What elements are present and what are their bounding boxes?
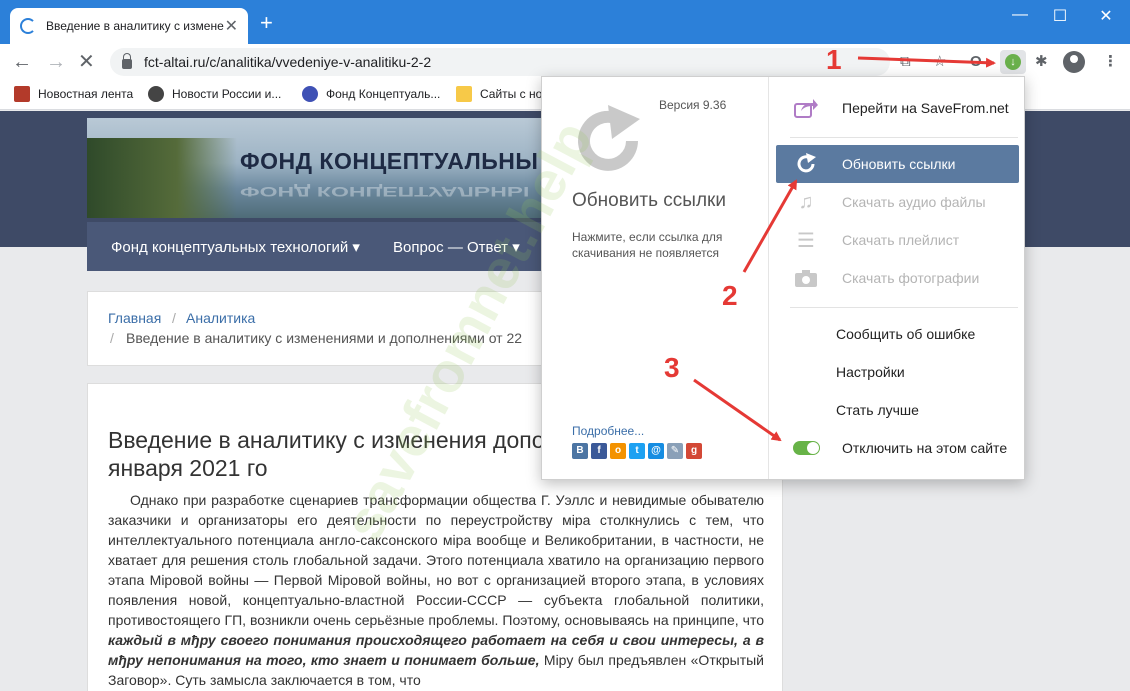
popup-menu: Перейти на SaveFrom.net Обновить ссылки … (770, 77, 1025, 479)
music-note-icon: ♫ (798, 190, 814, 213)
opera-extension-icon[interactable]: O (970, 52, 982, 72)
more-info-link[interactable]: Подробнее... (572, 424, 644, 438)
stop-loading-icon[interactable]: ✕ (78, 50, 95, 74)
playlist-icon: ☰ (797, 229, 815, 252)
share-arrow-icon (792, 98, 820, 118)
google-plus-icon[interactable]: g (686, 443, 702, 459)
browser-titlebar: Введение в аналитику с измене ✕ + — ☐ ✕ (0, 0, 1130, 44)
savefrom-extension-button[interactable]: ↓ (1000, 50, 1026, 74)
menu-item-download-photos[interactable]: Скачать фотографии (776, 259, 1019, 297)
bookmark-item[interactable]: Новостная лента (14, 86, 133, 102)
nav-item-foundation[interactable]: Фонд концептуальных технологий ▾ (111, 238, 360, 256)
url-text: fct-altai.ru/c/analitika/vvedeniye-v-ana… (144, 54, 432, 70)
menu-divider (790, 307, 1018, 308)
article-paragraph: Однако при разработке сценариев трансфор… (108, 492, 764, 688)
menu-item-disable-on-site[interactable]: Отключить на этом сайте (776, 429, 1019, 467)
camera-icon (792, 269, 820, 287)
mail-ru-icon[interactable]: @ (648, 443, 664, 459)
bookmark-star-icon[interactable]: ☆ (933, 52, 946, 72)
bookmark-item[interactable]: Сайты с но (456, 86, 542, 102)
bookmark-item[interactable]: Новости России и... (148, 86, 281, 102)
menu-item-goto-savefrom[interactable]: Перейти на SaveFrom.net (776, 89, 1019, 127)
site-toggle-switch[interactable] (792, 441, 820, 455)
breadcrumb-analytics[interactable]: Аналитика (186, 310, 255, 326)
forest-image (87, 138, 237, 218)
globe-icon (148, 86, 164, 102)
close-window-icon[interactable]: ✕ (1096, 6, 1116, 26)
banner-title-reflection: ФОНД КОНЦЕПТУАЛЬНЫ (240, 184, 530, 200)
profile-avatar-icon[interactable] (1063, 51, 1085, 73)
social-share-bar: B f o t @ ✎ g (572, 443, 702, 459)
address-bar[interactable]: fct-altai.ru/c/analitika/vvedeniye-v-ana… (110, 48, 890, 76)
tab-title: Введение в аналитику с измене (46, 19, 224, 33)
minimize-icon[interactable]: — (1010, 6, 1030, 24)
banner-title: ФОНД КОНЦЕПТУАЛЬНЫ (240, 148, 539, 174)
popup-title: Обновить ссылки (572, 190, 726, 211)
menu-kebab-icon[interactable]: ⋮ (1103, 52, 1118, 72)
annotation-number-2: 2 (722, 280, 738, 311)
livejournal-icon[interactable]: ✎ (667, 443, 683, 459)
loading-spinner-icon (20, 18, 36, 34)
forward-arrow-icon[interactable]: → (46, 50, 66, 74)
maximize-icon[interactable]: ☐ (1050, 6, 1070, 26)
download-arrow-icon: ↓ (1005, 54, 1021, 70)
refresh-icon (792, 153, 820, 175)
new-tab-icon[interactable]: + (260, 12, 273, 34)
breadcrumb-separator: / (110, 330, 114, 346)
menu-item-download-playlist[interactable]: ☰ Скачать плейлист (776, 221, 1019, 259)
menu-item-improve[interactable]: Стать лучше (776, 391, 1019, 429)
extensions-puzzle-icon[interactable]: ✱ (1035, 52, 1048, 72)
odnoklassniki-icon[interactable]: o (610, 443, 626, 459)
annotation-number-3: 3 (664, 352, 680, 383)
browser-toolbar: ← → ✕ fct-altai.ru/c/analitika/vvedeniye… (0, 44, 1130, 80)
facebook-icon[interactable]: f (591, 443, 607, 459)
news-feed-icon (14, 86, 30, 102)
bookmark-item[interactable]: Фонд Концептуаль... (302, 86, 440, 102)
folder-icon (456, 86, 472, 102)
menu-item-report-error[interactable]: Сообщить об ошибке (776, 315, 1019, 353)
annotation-number-1: 1 (826, 44, 842, 75)
twitter-icon[interactable]: t (629, 443, 645, 459)
back-arrow-icon[interactable]: ← (12, 50, 32, 74)
close-tab-icon[interactable]: ✕ (225, 16, 238, 36)
menu-item-download-audio[interactable]: ♫ Скачать аудио файлы (776, 183, 1019, 221)
breadcrumb-separator: / (172, 310, 176, 326)
popup-hint: Нажмите, если ссылка для скачивания не п… (572, 230, 723, 260)
version-label: Версия 9.36 (659, 98, 727, 112)
breadcrumb-home[interactable]: Главная (108, 310, 161, 326)
savefrom-popup: Версия 9.36 Обновить ссылки Нажмите, есл… (541, 76, 1025, 480)
menu-divider (790, 137, 1018, 138)
lock-icon (122, 53, 132, 69)
menu-item-refresh-links[interactable]: Обновить ссылки (776, 145, 1019, 183)
menu-item-settings[interactable]: Настройки (776, 353, 1019, 391)
browser-tab[interactable]: Введение в аналитику с измене ✕ (10, 8, 248, 44)
open-in-app-icon[interactable]: ⧉ (900, 52, 911, 72)
foundation-logo-icon (302, 86, 318, 102)
vk-icon[interactable]: B (572, 443, 588, 459)
